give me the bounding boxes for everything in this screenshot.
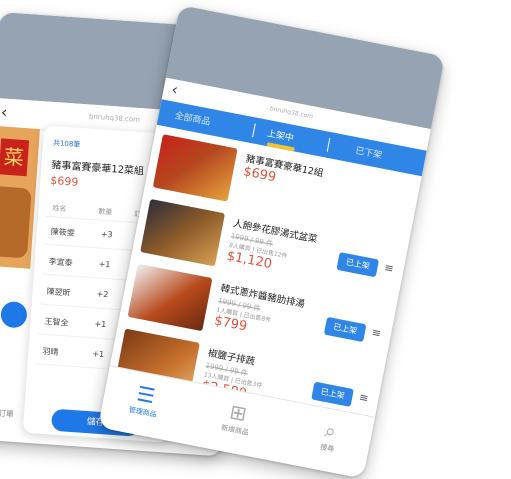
- tab-divider: [252, 123, 256, 138]
- order-count: 共108筆: [52, 139, 81, 149]
- product-thumb: [127, 263, 213, 332]
- tab-delisted[interactable]: 已下架: [354, 143, 383, 161]
- tab-all[interactable]: 全部商品: [174, 108, 212, 128]
- menu-icon[interactable]: ≡: [383, 261, 395, 276]
- buyer-name: 羽晴: [42, 346, 59, 357]
- background-product-image: 菜: [0, 125, 40, 269]
- listed-button[interactable]: 已上架: [336, 252, 380, 278]
- menu-icon[interactable]: ≡: [358, 391, 370, 406]
- listed-button[interactable]: 已上架: [311, 381, 354, 407]
- buyer-name: 陳翌昕: [46, 286, 71, 298]
- product-price: $699: [49, 173, 79, 189]
- col-qty: 數量: [98, 207, 113, 217]
- buyer-name: 王智全: [44, 316, 69, 328]
- url-text: bnruhq38.com: [88, 112, 141, 125]
- banner-image: 菜: [0, 138, 30, 177]
- nav-manage-products[interactable]: ☰ 管理商品: [109, 376, 181, 424]
- buyer-name: 李宜泰: [48, 257, 73, 268]
- edge-label: 訂單: [0, 408, 15, 419]
- tab-divider: [326, 137, 331, 152]
- nav-add-product[interactable]: ⊞ 新增商品: [202, 394, 274, 442]
- nav-label: 搜尋: [319, 442, 335, 454]
- col-name: 姓名: [52, 204, 67, 214]
- tab-listed[interactable]: 上架中: [266, 126, 295, 144]
- back-icon[interactable]: ‹: [0, 102, 8, 121]
- nav-search[interactable]: ⌕ 搜尋: [294, 411, 366, 459]
- background-button[interactable]: [0, 300, 28, 329]
- back-icon[interactable]: ‹: [170, 80, 179, 99]
- buyer-qty: +1: [92, 349, 105, 360]
- url-text: bnruhq38.com: [269, 105, 314, 121]
- buyer-qty: +2: [96, 289, 109, 300]
- food-image: [0, 185, 32, 259]
- buyer-qty: +3: [100, 229, 113, 240]
- buyer-name: 陳筱雯: [50, 227, 76, 238]
- buyer-qty: +1: [98, 259, 111, 270]
- product-thumb: [152, 134, 238, 202]
- buyer-qty: +1: [94, 319, 107, 330]
- product-thumb: [140, 198, 226, 267]
- listed-button[interactable]: 已上架: [323, 316, 367, 343]
- menu-icon[interactable]: ≡: [371, 326, 383, 341]
